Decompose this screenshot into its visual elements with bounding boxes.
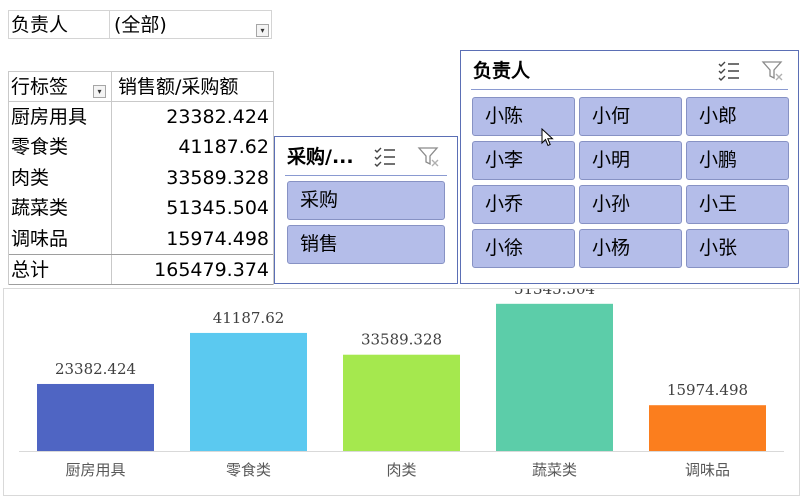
slicer-person-item[interactable]: 小乔	[472, 185, 575, 224]
slicer-type-item[interactable]: 采购	[287, 181, 445, 220]
pivot-row-value: 51345.504	[111, 193, 273, 224]
slicer-person-item[interactable]: 小李	[472, 141, 575, 180]
slicer-person-item[interactable]: 小杨	[579, 229, 682, 268]
bar[interactable]	[190, 332, 307, 451]
pivot-row-value: 41187.62	[111, 132, 273, 163]
report-filter-label: 负责人	[8, 10, 110, 39]
pivot-row: 零食类 41187.62	[9, 132, 273, 163]
slicer-person-item[interactable]: 小陈	[472, 97, 575, 136]
pivot-value-header: 销售额/采购额	[111, 72, 273, 101]
bar[interactable]	[343, 354, 460, 451]
bar[interactable]	[649, 405, 766, 451]
pivot-row-labels-text: 行标签	[11, 76, 69, 98]
slicer-person-item[interactable]: 小孙	[579, 185, 682, 224]
slicer-person-item[interactable]: 小何	[579, 97, 682, 136]
pivot-row-label: 肉类	[11, 166, 50, 189]
x-tick-label: 肉类	[386, 461, 416, 479]
pivot-row-value: 33589.328	[111, 162, 273, 193]
slicer-person-item[interactable]: 小鹏	[686, 141, 789, 180]
bar-data-label: 51345.504	[514, 289, 595, 298]
row-labels-filter-dropdown-icon[interactable]: ▾	[93, 85, 106, 98]
slicer-person-title: 负责人	[473, 60, 531, 82]
x-tick-label: 零食类	[226, 461, 271, 479]
clear-filter-icon[interactable]	[417, 146, 441, 168]
slicer-person-item[interactable]: 小郎	[686, 97, 789, 136]
pivot-total-value: 165479.374	[111, 255, 273, 284]
pivot-row-label: 零食类	[11, 136, 69, 158]
slicer-type[interactable]: 采购/... 采购 销售	[274, 136, 458, 284]
pivot-row-value: 15974.498	[111, 223, 273, 254]
pivot-total-label: 总计	[11, 259, 50, 281]
slicer-person-item[interactable]: 小徐	[472, 229, 575, 268]
pivot-row-labels-header[interactable]: 行标签 ▾	[9, 72, 111, 101]
pivot-row: 蔬菜类 51345.504	[9, 193, 273, 224]
x-tick-label: 调味品	[685, 461, 730, 479]
slicer-person[interactable]: 负责人 小陈 小何 小郎 小李 小明 小鹏 小乔 小孙 小王 小徐 小杨 小张	[460, 50, 799, 284]
pivot-row-label: 调味品	[11, 227, 69, 250]
slicer-person-header: 负责人	[471, 51, 788, 90]
slicer-person-item[interactable]: 小张	[686, 229, 789, 268]
slicer-person-item[interactable]: 小王	[686, 185, 789, 224]
bar-data-label: 15974.498	[667, 381, 748, 399]
bar[interactable]	[496, 303, 613, 451]
slicer-type-item[interactable]: 销售	[287, 225, 445, 264]
report-filter-dropdown-icon[interactable]: ▾	[256, 24, 269, 37]
bar-chart-svg: 23382.424 厨房用具 41187.62 零食类 33589.328 肉类 51345…	[19, 289, 784, 479]
bar-data-label: 41187.62	[213, 309, 285, 327]
report-filter-value-text: (全部)	[114, 14, 167, 36]
slicer-person-item[interactable]: 小明	[579, 141, 682, 180]
slicer-type-header: 采购/...	[285, 137, 447, 176]
pivot-row-label: 蔬菜类	[11, 197, 69, 219]
multi-select-icon[interactable]	[373, 146, 397, 168]
x-tick-label: 蔬菜类	[532, 461, 577, 479]
bar[interactable]	[37, 383, 154, 451]
multi-select-icon[interactable]	[717, 60, 741, 82]
pivot-row: 厨房用具 23382.424	[9, 101, 273, 132]
x-tick-label: 厨房用具	[65, 461, 125, 479]
pivot-row-value: 23382.424	[111, 101, 273, 132]
pivot-table: 行标签 ▾ 销售额/采购额 厨房用具 23382.424 零食类 41187.6…	[8, 71, 274, 285]
bar-data-label: 23382.424	[55, 360, 136, 378]
clear-filter-icon[interactable]	[761, 60, 785, 82]
pivot-row-label: 厨房用具	[11, 105, 88, 128]
pivot-total-row: 总计 165479.374	[9, 254, 273, 285]
mouse-cursor-icon	[541, 128, 554, 147]
slicer-type-title: 采购/...	[287, 146, 354, 168]
pivot-row: 肉类 33589.328	[9, 162, 273, 193]
pivot-row: 调味品 15974.498	[9, 223, 273, 254]
bar-data-label: 33589.328	[361, 331, 442, 349]
report-filter-value[interactable]: (全部) ▾	[110, 10, 272, 39]
pivot-header-row: 行标签 ▾ 销售额/采购额	[9, 71, 273, 102]
bar-chart[interactable]: 23382.424 厨房用具 41187.62 零食类 33589.328 肉类 51345…	[3, 288, 800, 496]
